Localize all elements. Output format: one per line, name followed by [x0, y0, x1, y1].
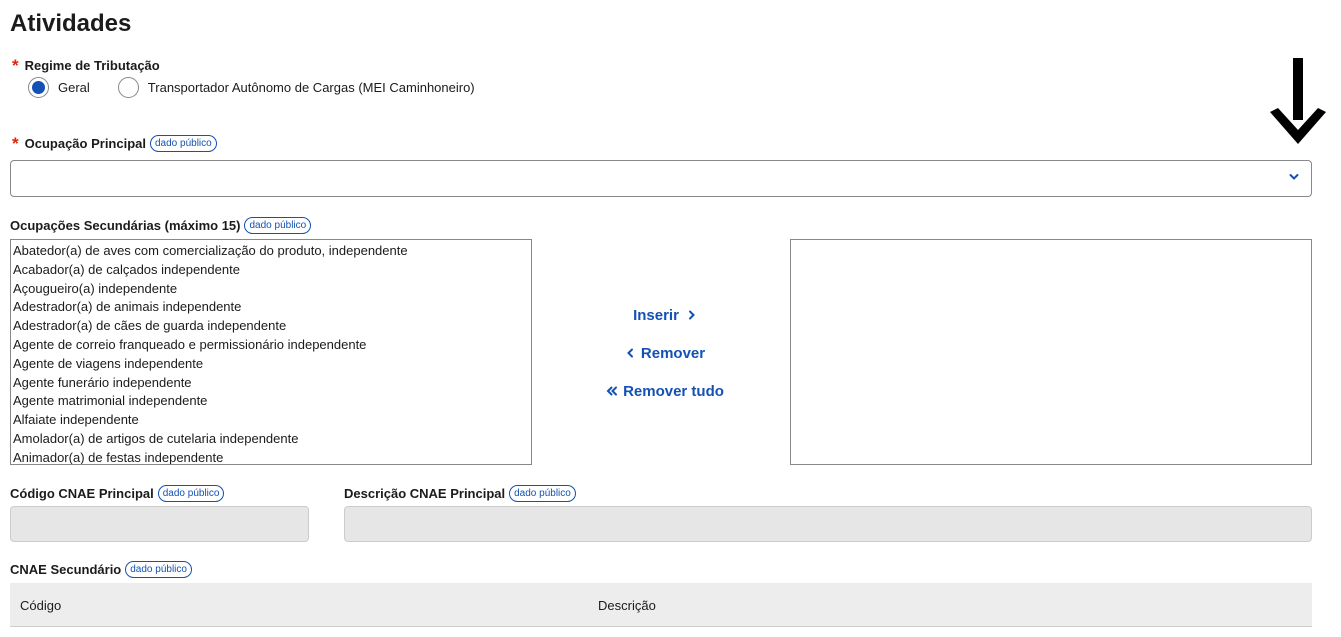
remove-all-button[interactable]: Remover tudo [560, 376, 770, 406]
list-item[interactable]: Açougueiro(a) independente [11, 280, 531, 299]
ocupacao-principal-select[interactable] [10, 160, 1312, 197]
ocupacoes-secundarias-label-text: Ocupações Secundárias (máximo 15) [10, 218, 241, 233]
list-item[interactable]: Agente matrimonial independente [11, 392, 531, 411]
chevron-down-icon [1289, 174, 1299, 180]
regime-label-text: Regime de Tributação [24, 58, 160, 73]
cnae-secundario-table-header: Código Descrição [10, 583, 1312, 627]
arrow-down-icon [1270, 58, 1326, 144]
public-data-badge: dado público [244, 217, 312, 234]
cnae-principal-code-label-text: Código CNAE Principal [10, 486, 154, 501]
ocupacoes-secundarias-label: Ocupações Secundárias (máximo 15) dado p… [10, 217, 312, 234]
list-item[interactable]: Alfaiate independente [11, 411, 531, 430]
remove-button[interactable]: Remover [560, 338, 770, 368]
list-actions: Inserir Remover Remover tudo [560, 300, 770, 414]
page-title: Atividades [10, 10, 132, 37]
list-item[interactable]: Agente de correio franqueado e permissio… [11, 336, 531, 355]
available-occupations-list[interactable]: Abatedor(a) de aves com comercialização … [10, 239, 532, 465]
public-data-badge: dado público [509, 485, 576, 502]
regime-radio-group: Geral Transportador Autônomo de Cargas (… [28, 77, 503, 98]
radio-geral[interactable] [28, 77, 49, 98]
cnae-principal-desc-label: Descrição CNAE Principal dado público [344, 485, 576, 502]
double-chevron-left-icon [606, 386, 618, 396]
remove-all-button-label: Remover tudo [623, 382, 724, 400]
chevron-left-icon [626, 348, 633, 358]
radio-selected-dot [32, 81, 45, 94]
remove-button-label: Remover [640, 344, 706, 362]
column-header-codigo: Código [20, 598, 62, 613]
cnae-principal-code-field [10, 506, 309, 542]
radio-geral-label[interactable]: Geral [58, 80, 90, 95]
list-item[interactable]: Adestrador(a) de animais independente [11, 298, 531, 317]
cnae-secundario-label: CNAE Secundário dado público [10, 561, 192, 578]
cnae-principal-desc-field [344, 506, 1312, 542]
cnae-secundario-label-text: CNAE Secundário [10, 562, 122, 577]
list-item[interactable]: Acabador(a) de calçados independente [11, 261, 531, 280]
required-marker: * [12, 56, 19, 75]
public-data-badge: dado público [157, 485, 225, 502]
list-item[interactable]: Agente funerário independente [11, 374, 531, 393]
regime-label: * Regime de Tributação [12, 57, 160, 74]
radio-mei-caminhoneiro-label[interactable]: Transportador Autônomo de Cargas (MEI Ca… [148, 80, 475, 95]
list-item[interactable]: Adestrador(a) de cães de guarda independ… [11, 317, 531, 336]
ocupacao-principal-label-text: Ocupação Principal [24, 136, 146, 151]
column-header-descricao: Descrição [598, 598, 656, 613]
public-data-badge: dado público [125, 561, 192, 578]
radio-mei-caminhoneiro[interactable] [117, 77, 139, 98]
chevron-right-icon [688, 310, 695, 320]
required-marker: * [12, 134, 19, 153]
list-item[interactable]: Animador(a) de festas independente [11, 449, 531, 464]
list-item[interactable]: Amolador(a) de artigos de cutelaria inde… [11, 430, 531, 449]
list-item[interactable]: Abatedor(a) de aves com comercialização … [11, 242, 531, 261]
cnae-principal-desc-label-text: Descrição CNAE Principal [344, 486, 506, 501]
ocupacao-principal-label: * Ocupação Principal dado público [12, 135, 217, 152]
public-data-badge: dado público [150, 135, 217, 152]
insert-button-label: Inserir [633, 306, 679, 324]
list-item[interactable]: Agente de viagens independente [11, 355, 531, 374]
cnae-principal-code-label: Código CNAE Principal dado público [10, 485, 225, 502]
selected-occupations-list[interactable] [790, 239, 1312, 465]
insert-button[interactable]: Inserir [560, 300, 770, 330]
